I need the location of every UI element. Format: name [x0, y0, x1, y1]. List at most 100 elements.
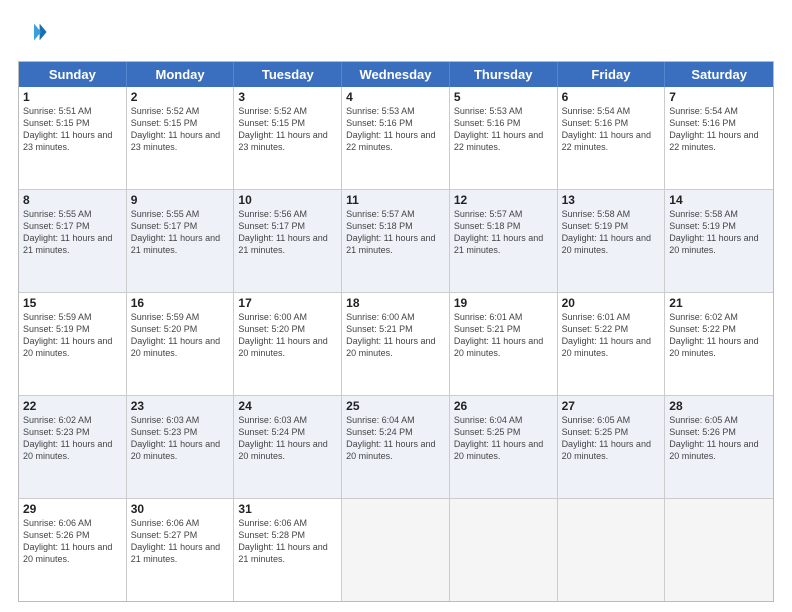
cell-info: Sunrise: 5:58 AM Sunset: 5:19 PM Dayligh…: [562, 208, 661, 257]
day-number: 19: [454, 296, 553, 310]
cal-cell: 26Sunrise: 6:04 AM Sunset: 5:25 PM Dayli…: [450, 396, 558, 498]
cal-cell: [450, 499, 558, 601]
day-number: 30: [131, 502, 230, 516]
cell-info: Sunrise: 5:52 AM Sunset: 5:15 PM Dayligh…: [131, 105, 230, 154]
cell-info: Sunrise: 5:52 AM Sunset: 5:15 PM Dayligh…: [238, 105, 337, 154]
day-header-friday: Friday: [558, 62, 666, 87]
cal-cell: 24Sunrise: 6:03 AM Sunset: 5:24 PM Dayli…: [234, 396, 342, 498]
cal-cell: 15Sunrise: 5:59 AM Sunset: 5:19 PM Dayli…: [19, 293, 127, 395]
cal-cell: 22Sunrise: 6:02 AM Sunset: 5:23 PM Dayli…: [19, 396, 127, 498]
day-number: 18: [346, 296, 445, 310]
cell-info: Sunrise: 5:51 AM Sunset: 5:15 PM Dayligh…: [23, 105, 122, 154]
page: SundayMondayTuesdayWednesdayThursdayFrid…: [0, 0, 792, 612]
cal-cell: 8Sunrise: 5:55 AM Sunset: 5:17 PM Daylig…: [19, 190, 127, 292]
day-number: 20: [562, 296, 661, 310]
cell-info: Sunrise: 6:06 AM Sunset: 5:28 PM Dayligh…: [238, 517, 337, 566]
cell-info: Sunrise: 6:03 AM Sunset: 5:23 PM Dayligh…: [131, 414, 230, 463]
cal-cell: 23Sunrise: 6:03 AM Sunset: 5:23 PM Dayli…: [127, 396, 235, 498]
cal-week-5: 29Sunrise: 6:06 AM Sunset: 5:26 PM Dayli…: [19, 499, 773, 601]
day-number: 15: [23, 296, 122, 310]
cell-info: Sunrise: 6:04 AM Sunset: 5:24 PM Dayligh…: [346, 414, 445, 463]
day-header-monday: Monday: [127, 62, 235, 87]
cal-cell: [665, 499, 773, 601]
logo: [18, 18, 52, 51]
cell-info: Sunrise: 6:02 AM Sunset: 5:22 PM Dayligh…: [669, 311, 769, 360]
day-header-sunday: Sunday: [19, 62, 127, 87]
cal-cell: 27Sunrise: 6:05 AM Sunset: 5:25 PM Dayli…: [558, 396, 666, 498]
cell-info: Sunrise: 5:57 AM Sunset: 5:18 PM Dayligh…: [454, 208, 553, 257]
cell-info: Sunrise: 6:02 AM Sunset: 5:23 PM Dayligh…: [23, 414, 122, 463]
cal-cell: 18Sunrise: 6:00 AM Sunset: 5:21 PM Dayli…: [342, 293, 450, 395]
cell-info: Sunrise: 6:03 AM Sunset: 5:24 PM Dayligh…: [238, 414, 337, 463]
cal-cell: 20Sunrise: 6:01 AM Sunset: 5:22 PM Dayli…: [558, 293, 666, 395]
day-number: 17: [238, 296, 337, 310]
cal-cell: 14Sunrise: 5:58 AM Sunset: 5:19 PM Dayli…: [665, 190, 773, 292]
day-number: 3: [238, 90, 337, 104]
day-number: 5: [454, 90, 553, 104]
calendar: SundayMondayTuesdayWednesdayThursdayFrid…: [18, 61, 774, 602]
cal-cell: 29Sunrise: 6:06 AM Sunset: 5:26 PM Dayli…: [19, 499, 127, 601]
cal-cell: 30Sunrise: 6:06 AM Sunset: 5:27 PM Dayli…: [127, 499, 235, 601]
day-number: 6: [562, 90, 661, 104]
cal-cell: [342, 499, 450, 601]
cal-cell: 5Sunrise: 5:53 AM Sunset: 5:16 PM Daylig…: [450, 87, 558, 189]
day-number: 29: [23, 502, 122, 516]
day-number: 8: [23, 193, 122, 207]
cell-info: Sunrise: 5:55 AM Sunset: 5:17 PM Dayligh…: [131, 208, 230, 257]
cell-info: Sunrise: 6:05 AM Sunset: 5:26 PM Dayligh…: [669, 414, 769, 463]
cell-info: Sunrise: 6:06 AM Sunset: 5:27 PM Dayligh…: [131, 517, 230, 566]
day-number: 9: [131, 193, 230, 207]
day-number: 31: [238, 502, 337, 516]
cal-cell: 13Sunrise: 5:58 AM Sunset: 5:19 PM Dayli…: [558, 190, 666, 292]
cal-week-1: 1Sunrise: 5:51 AM Sunset: 5:15 PM Daylig…: [19, 87, 773, 190]
cal-cell: 3Sunrise: 5:52 AM Sunset: 5:15 PM Daylig…: [234, 87, 342, 189]
cell-info: Sunrise: 6:01 AM Sunset: 5:22 PM Dayligh…: [562, 311, 661, 360]
cell-info: Sunrise: 6:04 AM Sunset: 5:25 PM Dayligh…: [454, 414, 553, 463]
cell-info: Sunrise: 5:56 AM Sunset: 5:17 PM Dayligh…: [238, 208, 337, 257]
cell-info: Sunrise: 5:59 AM Sunset: 5:20 PM Dayligh…: [131, 311, 230, 360]
cell-info: Sunrise: 5:53 AM Sunset: 5:16 PM Dayligh…: [346, 105, 445, 154]
day-number: 4: [346, 90, 445, 104]
header: [18, 18, 774, 51]
cal-cell: 11Sunrise: 5:57 AM Sunset: 5:18 PM Dayli…: [342, 190, 450, 292]
cal-cell: 7Sunrise: 5:54 AM Sunset: 5:16 PM Daylig…: [665, 87, 773, 189]
cal-cell: 2Sunrise: 5:52 AM Sunset: 5:15 PM Daylig…: [127, 87, 235, 189]
day-number: 1: [23, 90, 122, 104]
cal-cell: 9Sunrise: 5:55 AM Sunset: 5:17 PM Daylig…: [127, 190, 235, 292]
cell-info: Sunrise: 5:53 AM Sunset: 5:16 PM Dayligh…: [454, 105, 553, 154]
cal-cell: 28Sunrise: 6:05 AM Sunset: 5:26 PM Dayli…: [665, 396, 773, 498]
cal-cell: [558, 499, 666, 601]
day-number: 25: [346, 399, 445, 413]
cal-cell: 4Sunrise: 5:53 AM Sunset: 5:16 PM Daylig…: [342, 87, 450, 189]
day-header-thursday: Thursday: [450, 62, 558, 87]
day-number: 22: [23, 399, 122, 413]
cell-info: Sunrise: 6:00 AM Sunset: 5:20 PM Dayligh…: [238, 311, 337, 360]
cal-cell: 31Sunrise: 6:06 AM Sunset: 5:28 PM Dayli…: [234, 499, 342, 601]
day-number: 21: [669, 296, 769, 310]
day-number: 27: [562, 399, 661, 413]
cell-info: Sunrise: 6:05 AM Sunset: 5:25 PM Dayligh…: [562, 414, 661, 463]
logo-icon: [20, 18, 48, 46]
day-number: 14: [669, 193, 769, 207]
day-number: 10: [238, 193, 337, 207]
cal-cell: 1Sunrise: 5:51 AM Sunset: 5:15 PM Daylig…: [19, 87, 127, 189]
day-number: 16: [131, 296, 230, 310]
cal-cell: 17Sunrise: 6:00 AM Sunset: 5:20 PM Dayli…: [234, 293, 342, 395]
cal-cell: 25Sunrise: 6:04 AM Sunset: 5:24 PM Dayli…: [342, 396, 450, 498]
cal-cell: 6Sunrise: 5:54 AM Sunset: 5:16 PM Daylig…: [558, 87, 666, 189]
day-number: 11: [346, 193, 445, 207]
cal-week-4: 22Sunrise: 6:02 AM Sunset: 5:23 PM Dayli…: [19, 396, 773, 499]
day-number: 24: [238, 399, 337, 413]
cal-week-3: 15Sunrise: 5:59 AM Sunset: 5:19 PM Dayli…: [19, 293, 773, 396]
cell-info: Sunrise: 6:00 AM Sunset: 5:21 PM Dayligh…: [346, 311, 445, 360]
cal-cell: 21Sunrise: 6:02 AM Sunset: 5:22 PM Dayli…: [665, 293, 773, 395]
cell-info: Sunrise: 5:55 AM Sunset: 5:17 PM Dayligh…: [23, 208, 122, 257]
day-number: 28: [669, 399, 769, 413]
cal-cell: 12Sunrise: 5:57 AM Sunset: 5:18 PM Dayli…: [450, 190, 558, 292]
cell-info: Sunrise: 5:54 AM Sunset: 5:16 PM Dayligh…: [669, 105, 769, 154]
cell-info: Sunrise: 5:59 AM Sunset: 5:19 PM Dayligh…: [23, 311, 122, 360]
cal-cell: 19Sunrise: 6:01 AM Sunset: 5:21 PM Dayli…: [450, 293, 558, 395]
cell-info: Sunrise: 5:54 AM Sunset: 5:16 PM Dayligh…: [562, 105, 661, 154]
calendar-body: 1Sunrise: 5:51 AM Sunset: 5:15 PM Daylig…: [19, 87, 773, 601]
cell-info: Sunrise: 6:06 AM Sunset: 5:26 PM Dayligh…: [23, 517, 122, 566]
